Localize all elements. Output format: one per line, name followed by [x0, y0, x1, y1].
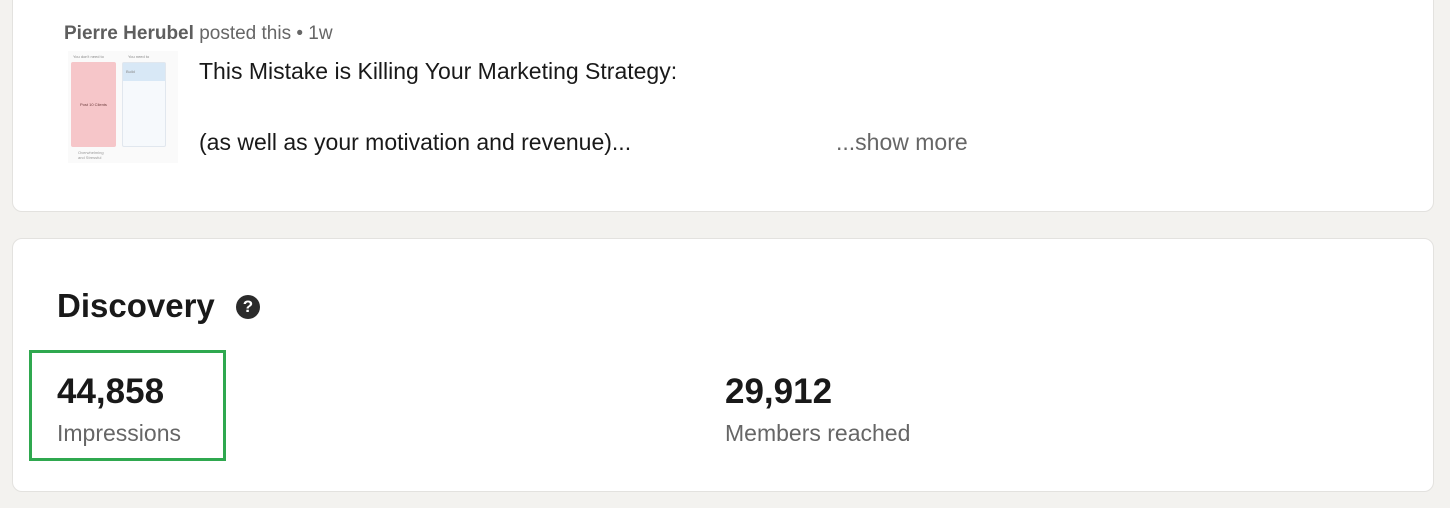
post-card: Pierre Herubel posted this • 1w You don'…	[12, 0, 1434, 212]
post-author[interactable]: Pierre Herubel	[64, 23, 194, 44]
impressions-value: 44,858	[57, 372, 165, 411]
post-meta-suffix: posted this • 1w	[199, 23, 333, 44]
discovery-card: Discovery ? 44,858 Impressions 29,912 Me…	[12, 238, 1434, 492]
thumbnail-right-text: Build	[126, 69, 135, 74]
post-thumbnail[interactable]: You don't need to You need to Post 10 Cl…	[68, 51, 178, 163]
post-text-line1: This Mistake is Killing Your Marketing S…	[199, 58, 678, 84]
thumbnail-left-caption: You don't need to	[73, 54, 104, 59]
members-reached-value: 29,912	[725, 372, 833, 411]
discovery-title: Discovery	[57, 287, 215, 324]
members-reached-label: Members reached	[725, 420, 911, 446]
thumbnail-right-panel: Build	[122, 62, 166, 147]
impressions-label: Impressions	[57, 420, 181, 446]
thumbnail-right-caption: You need to	[128, 54, 150, 59]
show-more-link[interactable]: ...show more	[836, 129, 968, 156]
post-text-line2: (as well as your motivation and revenue)…	[199, 129, 632, 155]
thumbnail-footer-line2: and Stressful	[78, 155, 102, 160]
thumbnail-right-band: Build	[123, 63, 165, 81]
thumbnail-left-text: Post 10 Clients	[80, 102, 107, 107]
help-icon[interactable]: ?	[236, 295, 260, 319]
thumbnail-left-panel: Post 10 Clients	[71, 62, 116, 147]
post-meta: Pierre Herubel posted this • 1w	[64, 23, 333, 45]
thumbnail-footer: Overwhelming and Stressful	[78, 150, 104, 160]
